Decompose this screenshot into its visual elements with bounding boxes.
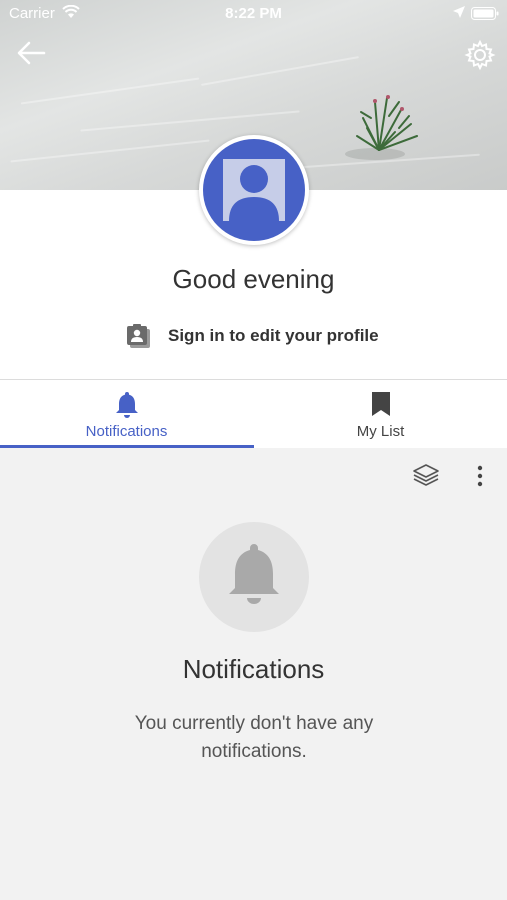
status-time: 8:22 PM	[225, 5, 282, 22]
sand-texture	[10, 139, 210, 163]
status-bar: Carrier 8:22 PM	[0, 0, 507, 28]
avatar[interactable]	[199, 135, 309, 245]
tab-selected-indicator	[0, 445, 254, 448]
tab-notifications[interactable]: Notifications	[0, 380, 253, 448]
bell-icon	[115, 392, 138, 418]
greeting-text: Good evening	[172, 264, 335, 294]
sand-texture	[80, 110, 300, 132]
more-vert-icon[interactable]	[465, 462, 495, 490]
layers-icon[interactable]	[411, 462, 441, 490]
bell-icon	[229, 544, 279, 604]
tab-my-list-label: My List	[356, 423, 405, 440]
id-card-icon	[127, 324, 150, 348]
tab-notifications-label: Notifications	[85, 423, 168, 440]
back-arrow-icon[interactable]	[14, 38, 50, 68]
sand-texture	[20, 77, 200, 105]
tab-bar: Notifications My List	[0, 380, 507, 448]
gear-icon[interactable]	[463, 38, 497, 72]
bookmark-icon	[371, 392, 390, 416]
empty-state-title: Notifications	[182, 654, 325, 684]
sign-in-label: Sign in to edit your profile	[168, 326, 379, 345]
battery-icon	[471, 7, 499, 20]
tab-my-list[interactable]: My List	[254, 380, 507, 448]
empty-state-message: You currently don't have any notificatio…	[134, 713, 374, 762]
default-avatar-icon	[203, 139, 305, 241]
plant-illustration	[345, 95, 418, 160]
empty-state-icon-circle	[199, 522, 309, 632]
sign-in-button[interactable]: Sign in to edit your profile	[124, 320, 394, 352]
location-arrow-icon	[453, 6, 465, 18]
sand-texture	[201, 56, 359, 86]
